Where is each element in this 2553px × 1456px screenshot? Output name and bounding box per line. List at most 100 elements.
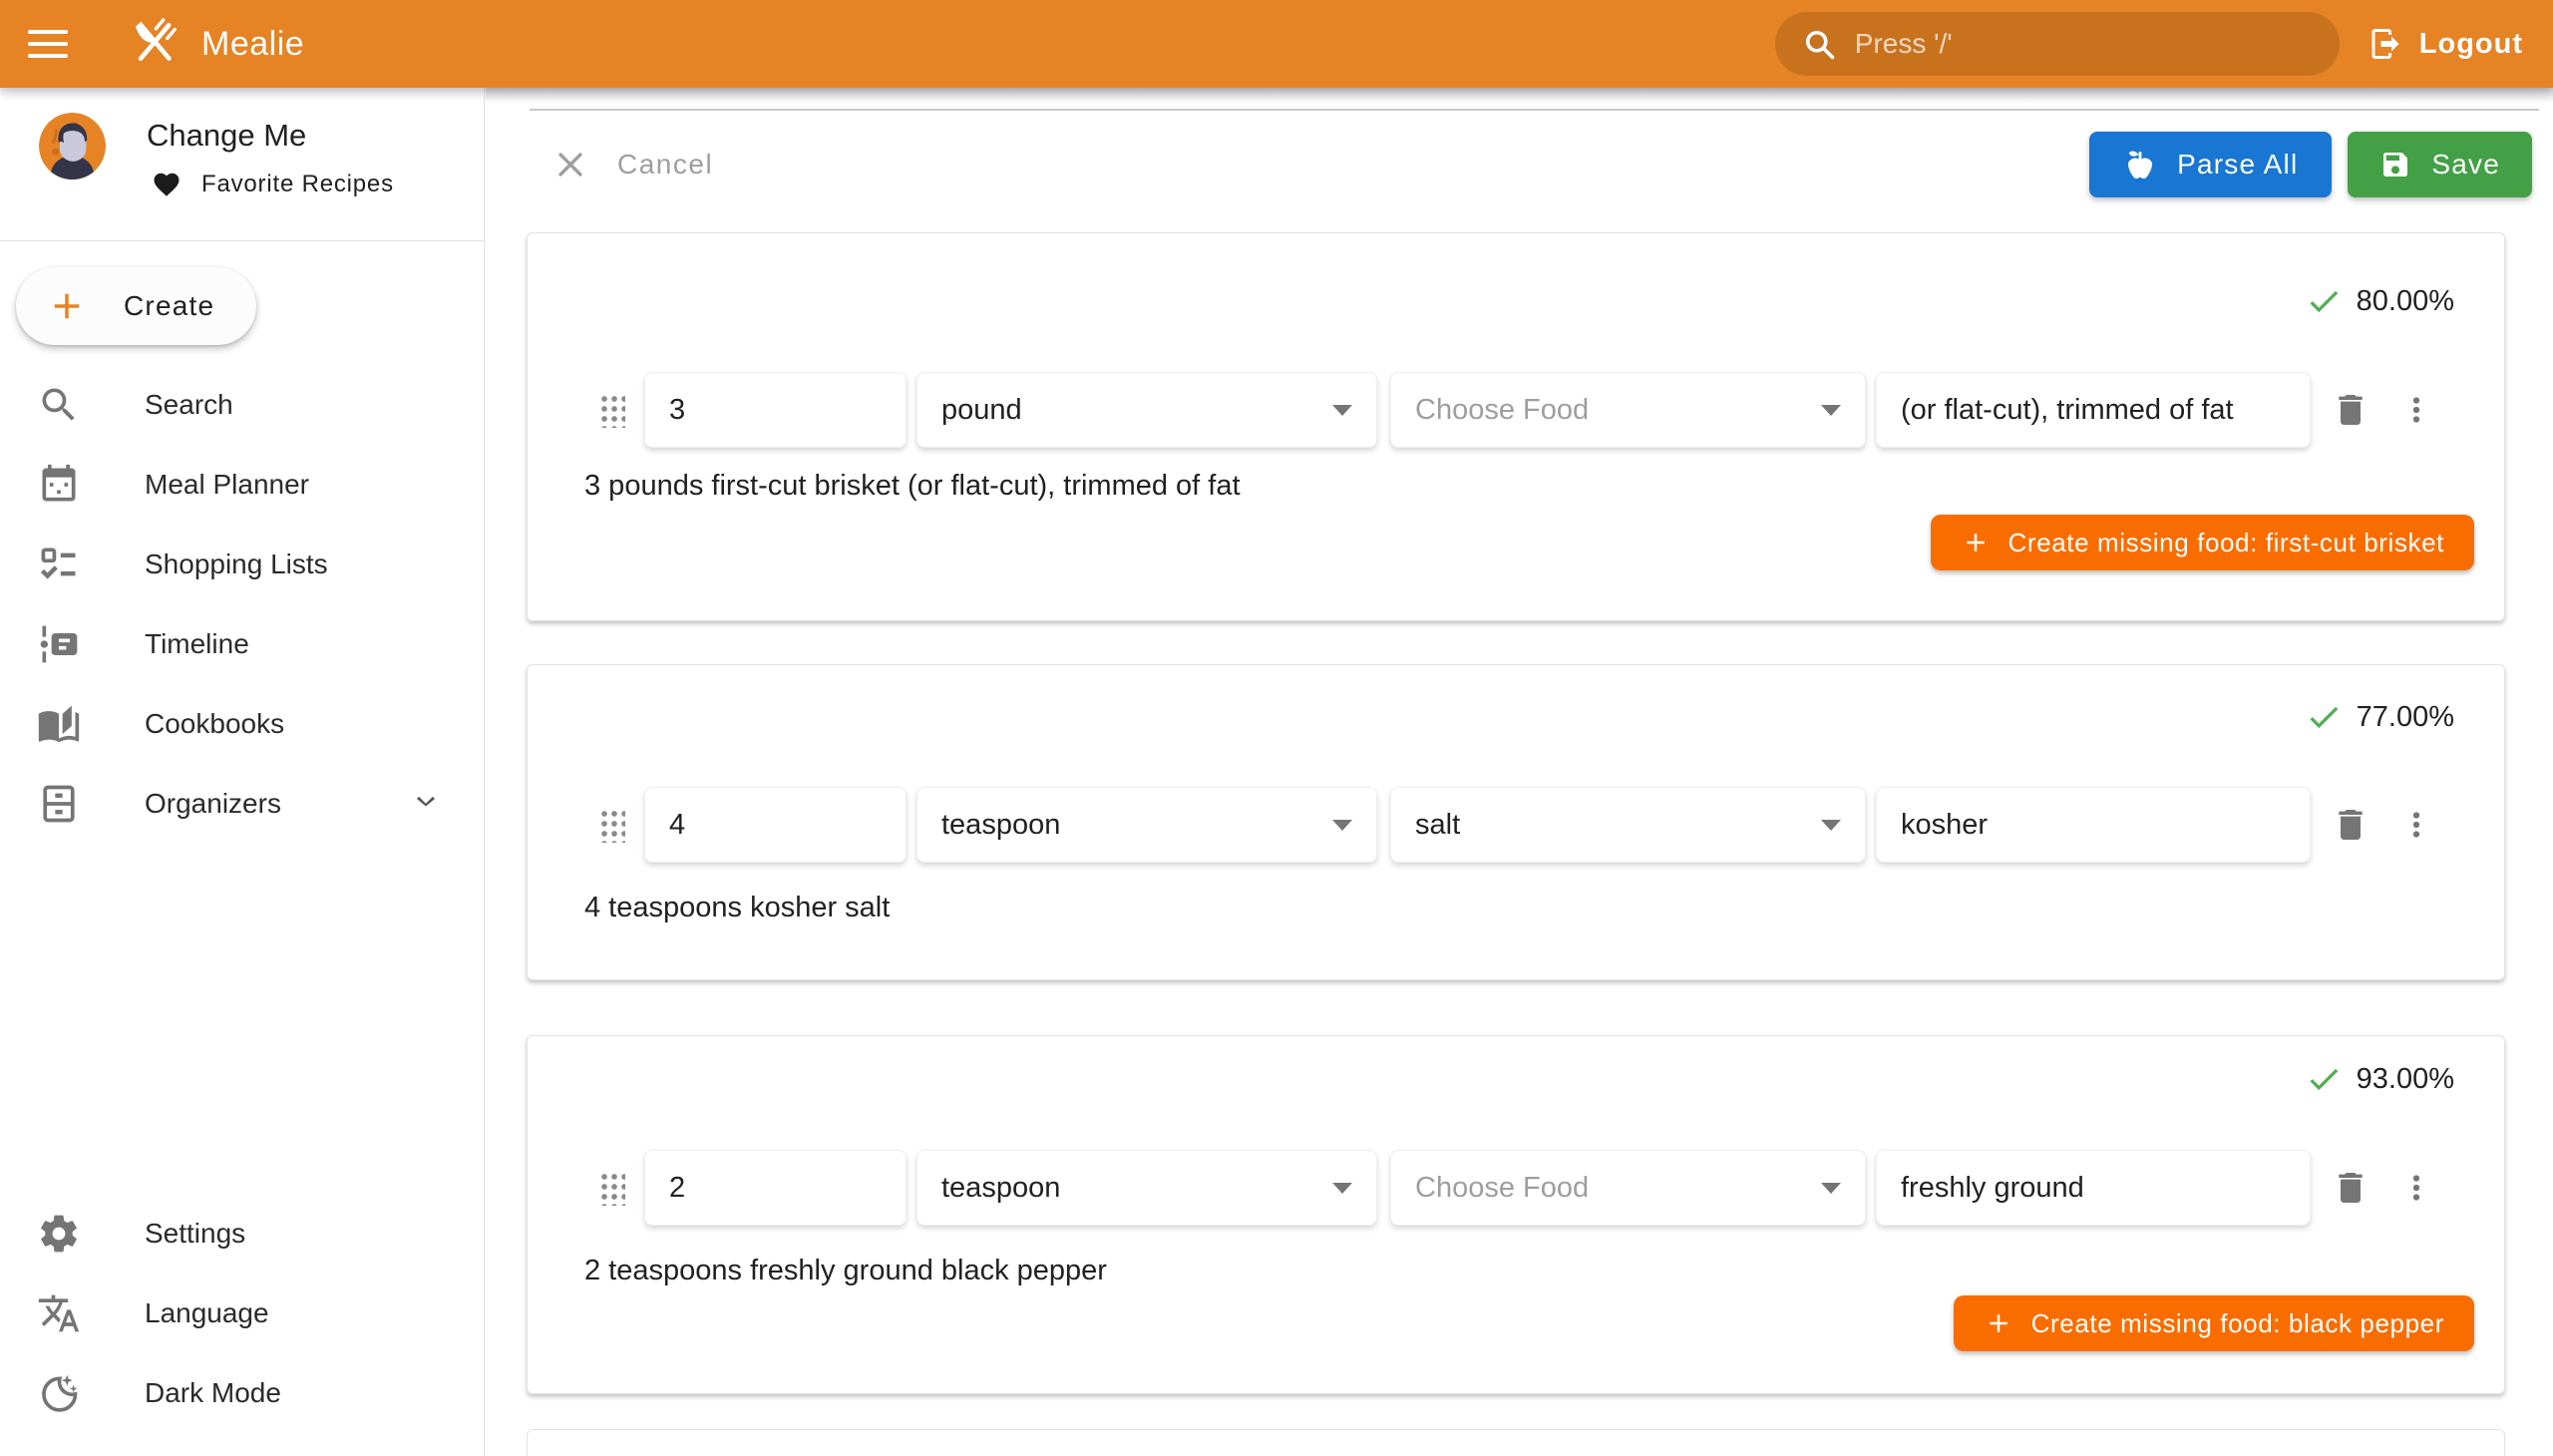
sidebar-item-label: Settings [145, 1218, 245, 1250]
save-icon [2379, 149, 2411, 181]
unit-select[interactable]: pound [916, 372, 1377, 448]
favorite-recipes-link[interactable]: Favorite Recipes [152, 170, 394, 199]
gear-icon [35, 1212, 83, 1256]
unit-select[interactable]: teaspoon [916, 1150, 1377, 1226]
book-icon [35, 702, 83, 746]
amount-input[interactable] [644, 1150, 907, 1226]
search-icon [1801, 26, 1837, 62]
food-placeholder: Choose Food [1415, 1172, 1589, 1205]
create-missing-food-button[interactable]: Create missing food: first-cut brisket [1931, 515, 2475, 570]
unit-value: teaspoon [941, 1172, 1060, 1205]
sidebar-item-search[interactable]: Search [0, 365, 484, 445]
sidebar-item-language[interactable]: Language [0, 1274, 484, 1353]
sidebar-item-label: Language [145, 1297, 269, 1329]
amount-input[interactable] [644, 372, 907, 448]
dropdown-caret-icon [1332, 1183, 1352, 1194]
user-block[interactable]: Change Me Favorite Recipes [0, 88, 484, 240]
unit-select[interactable]: teaspoon [916, 787, 1377, 863]
sidebar-item-cookbooks[interactable]: Cookbooks [0, 684, 484, 764]
search-input[interactable] [1855, 28, 2314, 60]
check-icon [2305, 698, 2343, 736]
ingredient-card: 93.00% teaspoon Choose Food 2 teaspoons … [527, 1035, 2505, 1394]
note-input[interactable] [1876, 787, 2311, 863]
menu-icon[interactable] [28, 14, 100, 74]
check-icon [2305, 282, 2343, 320]
confidence-badge: 77.00% [2305, 698, 2454, 736]
delete-button[interactable] [2329, 1166, 2372, 1210]
create-missing-food-button[interactable]: Create missing food: black pepper [1954, 1295, 2474, 1351]
create-missing-food-label: Create missing food: first-cut brisket [2008, 528, 2445, 558]
dots-vertical-icon [2397, 806, 2435, 844]
user-name: Change Me [147, 118, 306, 154]
amount-input[interactable] [644, 787, 907, 863]
confidence-badge: 80.00% [2305, 282, 2454, 320]
content-top-divider [530, 109, 2539, 111]
heart-icon [152, 170, 182, 199]
drag-handle-icon[interactable] [599, 392, 625, 428]
sidebar-item-timeline[interactable]: Timeline [0, 604, 484, 684]
unit-value: pound [941, 394, 1022, 427]
more-options-button[interactable] [2394, 388, 2438, 432]
confidence-badge: 93.00% [2305, 1060, 2454, 1098]
confidence-value: 93.00% [2357, 1063, 2454, 1096]
parse-all-label: Parse All [2177, 149, 2298, 181]
sidebar-item-label: Search [145, 389, 233, 421]
chevron-down-icon [408, 784, 444, 825]
mealie-logo-icon [126, 13, 183, 76]
plus-icon [1961, 528, 1991, 557]
dropdown-caret-icon [1332, 405, 1352, 416]
sidebar-item-settings[interactable]: Settings [0, 1194, 484, 1274]
food-select[interactable]: Choose Food [1390, 372, 1866, 448]
confidence-value: 77.00% [2357, 701, 2454, 734]
avatar [39, 113, 106, 184]
ingredient-card-partial [527, 1429, 2505, 1456]
save-button[interactable]: Save [2348, 132, 2532, 197]
original-ingredient-text: 2 teaspoons freshly ground black pepper [584, 1255, 1107, 1287]
original-ingredient-text: 4 teaspoons kosher salt [584, 892, 890, 924]
drag-handle-icon[interactable] [599, 1170, 625, 1206]
delete-button[interactable] [2329, 803, 2372, 847]
food-value: salt [1415, 809, 1460, 842]
sidebar: Change Me Favorite Recipes Create Search… [0, 88, 485, 1456]
sidebar-bottom-nav: Settings Language Dark Mode [0, 1194, 484, 1433]
create-button[interactable]: Create [16, 267, 256, 345]
cabinet-icon [35, 782, 83, 826]
more-options-button[interactable] [2394, 803, 2438, 847]
unit-value: teaspoon [941, 809, 1060, 842]
food-select[interactable]: Choose Food [1390, 1150, 1866, 1226]
logout-label: Logout [2419, 28, 2523, 61]
sidebar-item-label: Meal Planner [145, 469, 309, 501]
food-select[interactable]: salt [1390, 787, 1866, 863]
cancel-button[interactable]: Cancel [553, 148, 713, 182]
translate-icon [35, 1291, 83, 1335]
search-icon [35, 383, 83, 427]
trash-icon [2331, 805, 2371, 845]
global-search[interactable] [1775, 12, 2340, 76]
ingredient-card: 77.00% teaspoon salt 4 teaspoons kosher … [527, 664, 2505, 980]
timeline-icon [35, 622, 83, 666]
sidebar-item-organizers[interactable]: Organizers [0, 764, 484, 844]
sidebar-divider [0, 240, 484, 241]
note-input[interactable] [1876, 1150, 2311, 1226]
delete-button[interactable] [2329, 388, 2372, 432]
plus-icon [1984, 1308, 2013, 1338]
more-options-button[interactable] [2394, 1166, 2438, 1210]
trash-icon [2331, 1168, 2371, 1208]
sidebar-item-shopping-lists[interactable]: Shopping Lists [0, 525, 484, 604]
apple-icon [2123, 148, 2157, 182]
parse-all-button[interactable]: Parse All [2089, 132, 2332, 197]
drag-handle-icon[interactable] [599, 807, 625, 843]
sidebar-item-label: Timeline [145, 628, 249, 660]
sidebar-item-label: Organizers [145, 788, 281, 820]
dropdown-caret-icon [1821, 820, 1841, 831]
sidebar-item-label: Shopping Lists [145, 548, 328, 580]
note-input[interactable] [1876, 372, 2311, 448]
sidebar-item-dark-mode[interactable]: Dark Mode [0, 1353, 484, 1433]
sidebar-nav: Search Meal Planner Shopping Lists [0, 365, 484, 844]
logout-button[interactable]: Logout [2368, 26, 2523, 62]
check-icon [2305, 1060, 2343, 1098]
sidebar-item-label: Dark Mode [145, 1377, 281, 1409]
dots-vertical-icon [2397, 1169, 2435, 1207]
ingredient-row: teaspoon salt [599, 787, 2438, 863]
sidebar-item-meal-planner[interactable]: Meal Planner [0, 445, 484, 525]
